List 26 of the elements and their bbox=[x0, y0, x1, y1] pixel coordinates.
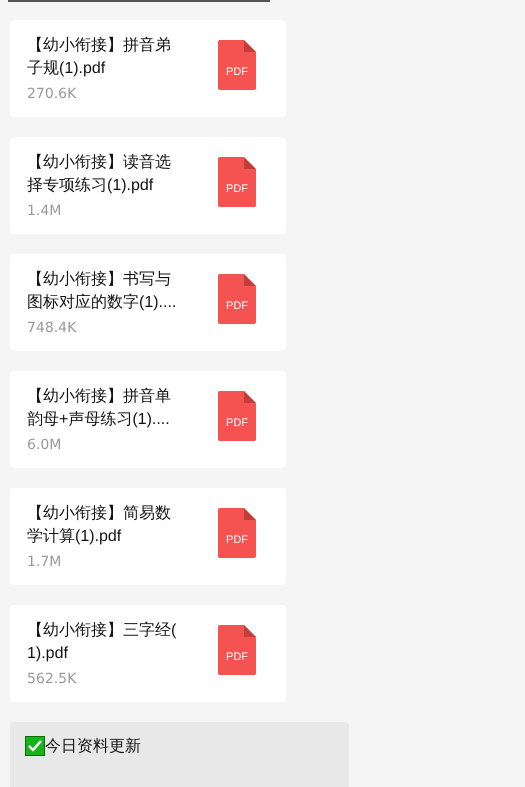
pdf-file-icon: PDF bbox=[218, 508, 256, 558]
pdf-file-icon: PDF bbox=[218, 274, 256, 324]
file-name: 【幼小衔接】拼音单韵母+声母练习(1).... bbox=[27, 386, 172, 430]
message-text: 今日资料更新 bbox=[45, 735, 141, 757]
file-size: 1.4M bbox=[27, 202, 62, 221]
checkmark-icon bbox=[25, 736, 45, 756]
file-message[interactable]: 【幼小衔接】三字经(1).pdf 562.5K PDF bbox=[10, 605, 286, 702]
pdf-file-icon: PDF bbox=[218, 391, 256, 441]
file-name: 【幼小衔接】拼音弟子规(1).pdf bbox=[27, 36, 172, 79]
file-message[interactable]: 【幼小衔接】简易数学计算(1).pdf 1.7M PDF bbox=[10, 488, 286, 585]
pdf-file-icon: PDF bbox=[218, 625, 256, 675]
file-name: 【幼小衔接】读音选择专项练习(1).pdf bbox=[27, 152, 172, 196]
file-message[interactable]: 【幼小衔接】拼音弟子规(1).pdf 270.6K PDF bbox=[10, 20, 286, 117]
file-size: 748.4K bbox=[27, 319, 78, 338]
file-size: 1.7M bbox=[27, 553, 62, 572]
file-message[interactable]: 【幼小衔接】书写与图标对应的数字(1).... 748.4K PDF bbox=[10, 254, 286, 351]
file-name: 【幼小衔接】书写与图标对应的数字(1).... bbox=[27, 270, 178, 313]
pdf-file-icon: PDF bbox=[218, 157, 256, 207]
pdf-file-icon: PDF bbox=[218, 40, 256, 90]
file-name: 【幼小衔接】三字经(1).pdf bbox=[27, 620, 178, 664]
file-message[interactable]: 【幼小衔接】拼音单韵母+声母练习(1).... 6.0M PDF bbox=[10, 371, 286, 468]
file-size: 6.0M bbox=[27, 436, 62, 455]
file-size: 562.5K bbox=[27, 670, 78, 689]
file-name: 【幼小衔接】简易数学计算(1).pdf bbox=[27, 504, 172, 547]
file-message[interactable]: 【幼小衔接】读音选择专项练习(1).pdf 1.4M PDF bbox=[10, 137, 286, 234]
file-size: 270.6K bbox=[27, 85, 78, 104]
